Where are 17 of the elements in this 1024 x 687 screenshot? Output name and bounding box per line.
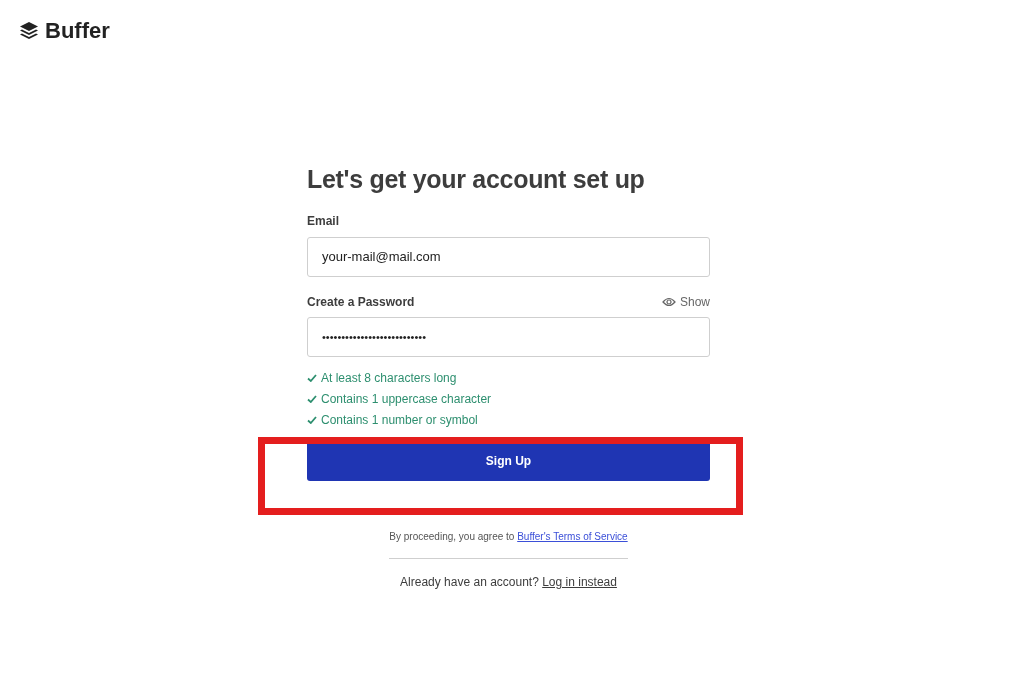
- logo-icon: [19, 21, 39, 41]
- eye-icon: [661, 297, 676, 307]
- password-field[interactable]: •••••••••••••••••••••••••••: [307, 317, 710, 357]
- requirement-text: Contains 1 number or symbol: [321, 411, 478, 429]
- email-field[interactable]: your-mail@mail.com: [307, 237, 710, 277]
- logo-text: Buffer: [45, 20, 110, 42]
- field-label: Create a Password: [307, 294, 415, 311]
- terms-text: By proceeding, you agree to Buffer's Terms of Service: [389, 530, 628, 544]
- login-prompt: Already have an account? Log in instead: [400, 574, 617, 591]
- page-title: Let's get your account set up: [307, 164, 646, 194]
- login-link[interactable]: Log in instead: [542, 575, 617, 589]
- requirement-text: At least 8 characters long: [321, 369, 457, 387]
- show-password-button[interactable]: Show: [661, 293, 710, 311]
- terms-link[interactable]: Buffer's Terms of Service: [517, 531, 628, 542]
- requirement-text: Contains 1 uppercase character: [321, 390, 492, 408]
- sign-up-button[interactable]: Sign Up: [307, 441, 710, 481]
- field-label: Email: [307, 213, 340, 230]
